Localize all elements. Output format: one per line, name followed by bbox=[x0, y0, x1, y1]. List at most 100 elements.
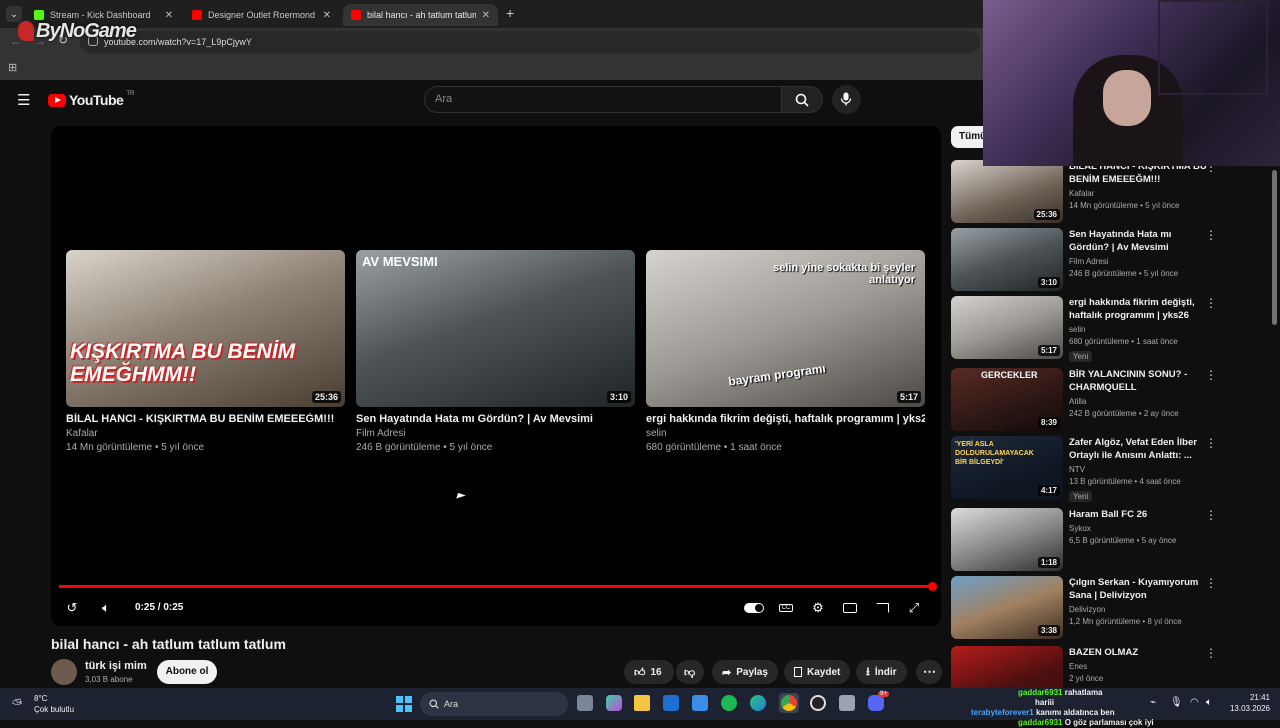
video-thumbnail[interactable]: selin yine sokakta bi şeyler anlatıyor b… bbox=[646, 250, 925, 407]
video-title[interactable]: Sen Hayatında Hata mı Gördün? | Av Mevsi… bbox=[1069, 228, 1209, 254]
duration-badge: 25:36 bbox=[1033, 209, 1060, 220]
video-title[interactable]: BİLAL HANCI - KIŞKIRTMA BU BENİM EMEEEĞM… bbox=[66, 413, 345, 425]
fullscreen-icon[interactable]: ⤢ bbox=[905, 599, 923, 617]
channel-name[interactable]: türk işi mim bbox=[85, 660, 147, 672]
download-button[interactable]: ⭳ İndir bbox=[856, 660, 907, 684]
youtube-logo[interactable]: YouTube TR bbox=[48, 91, 135, 108]
more-vert-icon[interactable]: ⋮ bbox=[1205, 368, 1217, 382]
video-thumbnail[interactable]: 3:38 bbox=[951, 576, 1063, 639]
taskbar-search[interactable]: Ara bbox=[420, 692, 568, 716]
video-title[interactable]: Sen Hayatında Hata mı Gördün? | Av Mevsi… bbox=[356, 413, 635, 425]
progress-scrubber[interactable] bbox=[928, 582, 937, 591]
apps-grid-icon[interactable]: ⊞ bbox=[8, 61, 17, 74]
app-icon[interactable] bbox=[839, 695, 855, 711]
subtitles-icon[interactable]: CC bbox=[777, 599, 795, 617]
close-icon[interactable]: ✕ bbox=[482, 10, 490, 21]
video-title[interactable]: BİR YALANCININ SONU? - CHARMQUELL bbox=[1069, 368, 1209, 394]
clock-time[interactable]: 21:41 bbox=[1220, 693, 1270, 702]
menu-icon[interactable]: ☰ bbox=[17, 91, 30, 109]
video-title[interactable]: Haram Ball FC 26 bbox=[1069, 508, 1209, 521]
video-title[interactable]: Çılgın Serkan - Kıyamıyorum Sana | Deliv… bbox=[1069, 576, 1209, 602]
video-title[interactable]: ergi hakkında fikrim değişti, haftalık p… bbox=[1069, 296, 1209, 322]
video-thumbnail[interactable] bbox=[951, 646, 1063, 688]
endscreen-video[interactable]: selin yine sokakta bi şeyler anlatıyor b… bbox=[646, 250, 925, 453]
country-code: TR bbox=[126, 91, 135, 97]
recommended-video[interactable]: 25:36 BİLAL HANCI - KIŞKIRTMA BU BENİM E… bbox=[951, 160, 1221, 224]
video-title[interactable]: ergi hakkında fikrim değişti, haftalık p… bbox=[646, 413, 925, 425]
video-thumbnail[interactable]: 3:10 bbox=[951, 228, 1063, 291]
wifi-icon[interactable]: ◠ bbox=[1190, 697, 1199, 708]
new-tab-button[interactable]: + bbox=[506, 5, 514, 21]
recommended-video[interactable]: 5:17 ergi hakkında fikrim değişti, hafta… bbox=[951, 296, 1221, 362]
recommended-video[interactable]: 1:18 Haram Ball FC 26 Sykox 6,5 B görüntül… bbox=[951, 508, 1221, 572]
volume-icon[interactable]: 🔈︎ bbox=[97, 599, 115, 617]
channel-avatar[interactable] bbox=[51, 659, 77, 685]
start-windows-icon[interactable] bbox=[396, 696, 412, 712]
video-thumbnail[interactable]: 1:18 bbox=[951, 508, 1063, 571]
more-vert-icon[interactable]: ⋮ bbox=[1205, 576, 1217, 590]
dislike-button[interactable]: 👎︎ bbox=[676, 660, 704, 684]
autoplay-toggle[interactable] bbox=[743, 599, 765, 617]
close-icon[interactable]: ✕ bbox=[323, 10, 331, 21]
video-thumbnail[interactable]: GERCEKLER 8:39 bbox=[951, 368, 1063, 431]
video-title[interactable]: Zafer Algöz, Vefat Eden İlber Ortaylı il… bbox=[1069, 436, 1209, 462]
microphone-icon[interactable]: 🎙︎ bbox=[1170, 697, 1183, 708]
weather-icon[interactable]: ⛅︎ bbox=[12, 696, 22, 712]
youtube-icon bbox=[192, 10, 202, 20]
like-button[interactable]: 👍︎ 16 bbox=[624, 660, 674, 684]
recommended-video[interactable]: 'YERİ ASLA DOLDURULAMAYACAK BİR BİLGEYDİ… bbox=[951, 436, 1221, 502]
obs-icon[interactable] bbox=[810, 695, 826, 711]
settings-gear-icon[interactable]: ⚙ bbox=[809, 599, 827, 617]
chrome-icon[interactable] bbox=[779, 693, 799, 713]
download-label: İndir bbox=[874, 666, 897, 678]
progress-bar[interactable] bbox=[59, 582, 937, 591]
video-thumbnail[interactable]: AV MEVSIMI 3:10 bbox=[356, 250, 635, 407]
channel-name: Atilla bbox=[1069, 397, 1087, 406]
video-thumbnail[interactable]: 25:36 bbox=[951, 160, 1063, 223]
more-vert-icon[interactable]: ⋮ bbox=[1205, 228, 1217, 242]
weather-temp[interactable]: 8°C bbox=[34, 694, 47, 703]
subscribe-button[interactable]: Abone ol bbox=[157, 660, 217, 684]
video-thumbnail[interactable]: KIŞKIRTMA BU BENİM EMEĞHMM!! 25:36 bbox=[66, 250, 345, 407]
video-player[interactable]: KIŞKIRTMA BU BENİM EMEĞHMM!! 25:36 BİLAL… bbox=[51, 126, 941, 626]
search-button[interactable] bbox=[781, 86, 823, 113]
outlook-icon[interactable] bbox=[663, 695, 679, 711]
miniplayer-icon[interactable] bbox=[841, 599, 859, 617]
recommended-video[interactable]: BAZEN OLMAZ Enes 2 yıl önce ⋮ bbox=[951, 646, 1221, 688]
more-vert-icon[interactable]: ⋮ bbox=[1205, 296, 1217, 310]
close-icon[interactable]: ✕ bbox=[165, 10, 173, 21]
tab-youtube-active[interactable]: bilal hancı - ah tatlum tatlum ta ✕ bbox=[343, 4, 498, 26]
more-actions-button[interactable]: ⋯ bbox=[916, 660, 942, 684]
replay-icon[interactable]: ↺ bbox=[63, 599, 81, 617]
task-view-icon[interactable] bbox=[577, 695, 593, 711]
chat-message: hariii bbox=[985, 698, 1155, 708]
video-thumbnail[interactable]: 'YERİ ASLA DOLDURULAMAYACAK BİR BİLGEYDİ… bbox=[951, 436, 1063, 499]
recommended-video[interactable]: 3:10 Sen Hayatında Hata mı Gördün? | Av … bbox=[951, 228, 1221, 292]
more-vert-icon[interactable]: ⋮ bbox=[1205, 508, 1217, 522]
url-field[interactable]: youtube.com/watch?v=17_L9pCjywY bbox=[80, 31, 980, 53]
endscreen-video[interactable]: KIŞKIRTMA BU BENİM EMEĞHMM!! 25:36 BİLAL… bbox=[66, 250, 345, 453]
clock-date[interactable]: 13.03.2026 bbox=[1210, 704, 1270, 713]
video-title[interactable]: BAZEN OLMAZ bbox=[1069, 646, 1209, 659]
save-button[interactable]: Kaydet bbox=[784, 660, 851, 684]
video-thumbnail[interactable]: 5:17 bbox=[951, 296, 1063, 359]
recommended-video[interactable]: GERCEKLER 8:39 BİR YALANCININ SONU? - CH… bbox=[951, 368, 1221, 432]
file-explorer-icon[interactable] bbox=[634, 695, 650, 711]
endscreen-video[interactable]: AV MEVSIMI 3:10 Sen Hayatında Hata mı Gö… bbox=[356, 250, 635, 453]
weather-desc[interactable]: Çok bulutlu bbox=[34, 705, 74, 714]
video-meta: 14 Mn görüntüleme • 5 yıl önce bbox=[66, 442, 205, 453]
more-vert-icon[interactable]: ⋮ bbox=[1205, 646, 1217, 660]
edge-icon[interactable] bbox=[750, 695, 766, 711]
copilot-icon[interactable] bbox=[606, 695, 622, 711]
cast-icon[interactable] bbox=[873, 599, 891, 617]
share-button[interactable]: ➦ Paylaş bbox=[712, 660, 778, 684]
discord-icon[interactable] bbox=[868, 695, 884, 711]
spotify-icon[interactable] bbox=[721, 695, 737, 711]
store-icon[interactable] bbox=[692, 695, 708, 711]
search-input[interactable]: Ara bbox=[424, 86, 782, 113]
more-vert-icon[interactable]: ⋮ bbox=[1205, 436, 1217, 450]
tab-designer-outlet[interactable]: Designer Outlet Roermond | Tu ✕ bbox=[184, 4, 339, 26]
sidebar-scrollbar[interactable] bbox=[1272, 170, 1277, 325]
recommended-video[interactable]: 3:38 Çılgın Serkan - Kıyamıyorum Sana | … bbox=[951, 576, 1221, 640]
voice-search-button[interactable] bbox=[832, 85, 861, 114]
